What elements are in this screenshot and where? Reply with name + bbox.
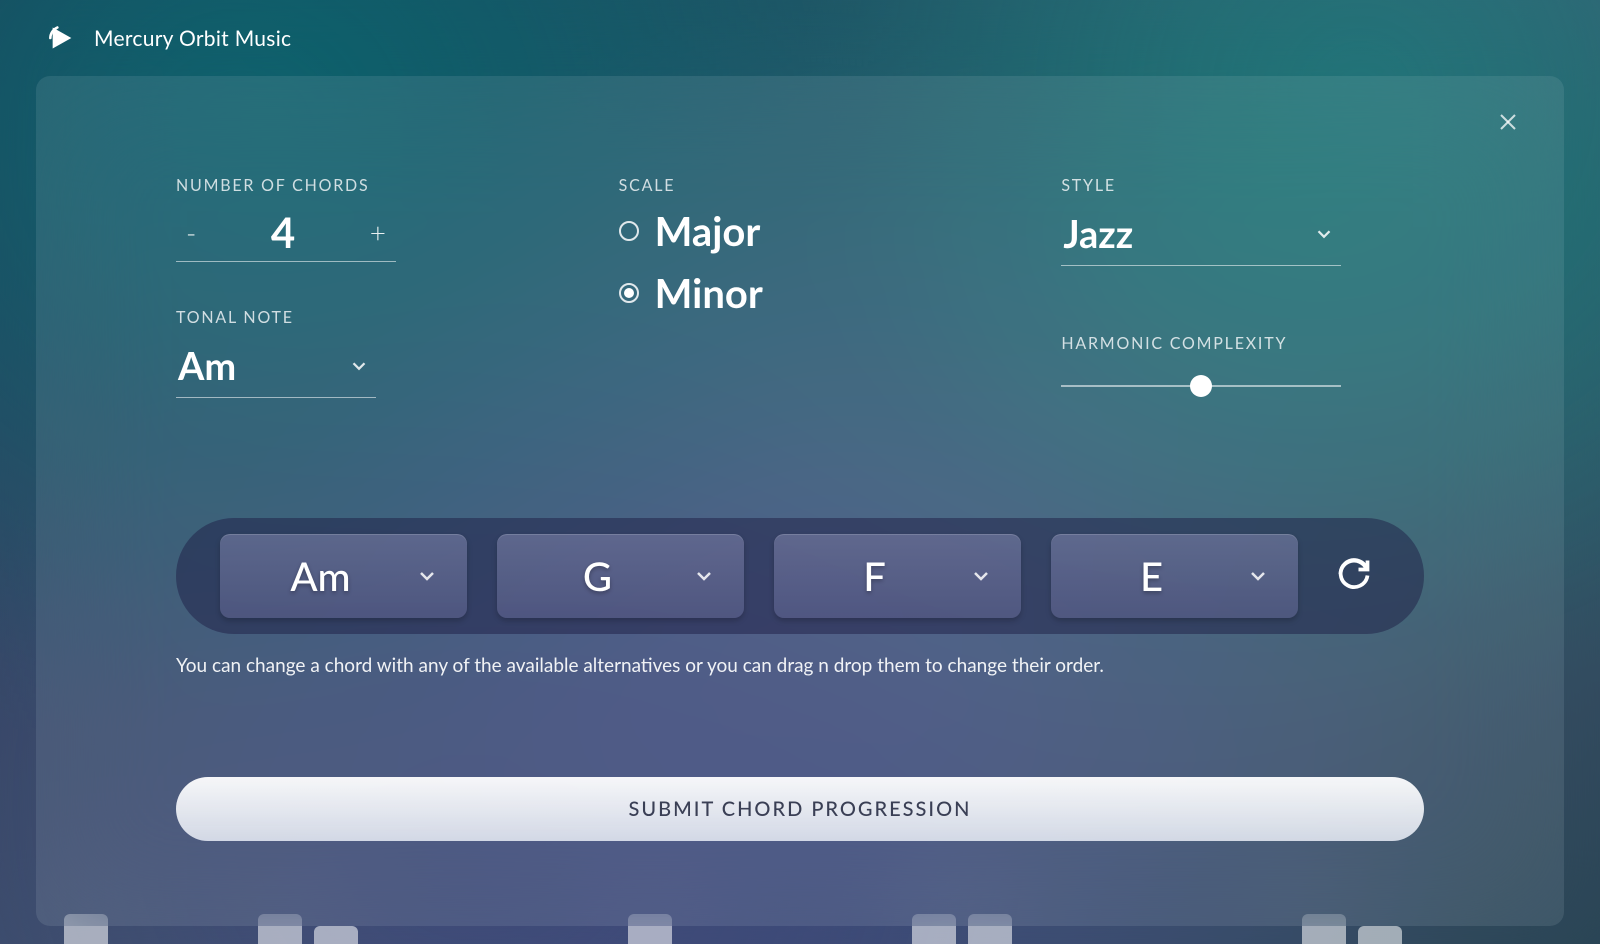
style-value: Jazz: [1063, 211, 1133, 257]
slider-thumb[interactable]: [1190, 375, 1212, 397]
scale-minor-label: Minor: [655, 269, 763, 317]
chord-1-value: Am: [248, 552, 393, 600]
radio-icon: [619, 221, 639, 241]
chord-help-text: You can change a chord with any of the a…: [176, 654, 1424, 677]
chord-3-value: F: [802, 552, 947, 600]
chord-chip-2[interactable]: G: [497, 534, 744, 618]
scale-label: SCALE: [619, 176, 982, 195]
number-of-chords-stepper[interactable]: - 4 +: [176, 207, 396, 262]
refresh-icon: [1336, 556, 1372, 592]
chord-progression-bar: Am G F E: [176, 518, 1424, 634]
chevron-down-icon: [415, 564, 439, 588]
stepper-decrement-button[interactable]: -: [176, 215, 206, 249]
app-header: Mercury Orbit Music: [0, 0, 1600, 76]
style-label: STYLE: [1061, 176, 1424, 195]
chevron-down-icon: [1313, 223, 1335, 245]
chord-progression-section: Am G F E: [176, 518, 1424, 677]
chord-chip-4[interactable]: E: [1051, 534, 1298, 618]
chord-2-value: G: [525, 552, 670, 600]
scale-option-major[interactable]: Major: [619, 207, 982, 255]
chord-progression-modal: NUMBER OF CHORDS - 4 + TONAL NOTE Am SCA…: [36, 76, 1564, 926]
chord-chip-1[interactable]: Am: [220, 534, 467, 618]
harmonic-complexity-slider[interactable]: [1061, 385, 1341, 387]
app-title: Mercury Orbit Music: [94, 26, 291, 51]
tonal-note-select[interactable]: Am: [176, 339, 376, 398]
right-controls: STYLE Jazz HARMONIC COMPLEXITY: [1061, 176, 1424, 398]
refresh-button[interactable]: [1328, 548, 1380, 604]
scale-option-minor[interactable]: Minor: [619, 269, 982, 317]
chevron-down-icon: [692, 564, 716, 588]
radio-icon-selected: [619, 283, 639, 303]
submit-chord-progression-button[interactable]: SUBMIT CHORD PROGRESSION: [176, 777, 1424, 841]
chevron-down-icon: [969, 564, 993, 588]
number-of-chords-label: NUMBER OF CHORDS: [176, 176, 539, 195]
scale-radio-group: Major Minor: [619, 207, 982, 317]
scale-controls: SCALE Major Minor: [619, 176, 982, 398]
close-icon: [1496, 110, 1520, 134]
left-controls: NUMBER OF CHORDS - 4 + TONAL NOTE Am: [176, 176, 539, 398]
chord-chip-3[interactable]: F: [774, 534, 1021, 618]
harmonic-complexity-label: HARMONIC COMPLEXITY: [1061, 334, 1424, 353]
controls-row: NUMBER OF CHORDS - 4 + TONAL NOTE Am SCA…: [176, 176, 1424, 398]
tonal-note-label: TONAL NOTE: [176, 308, 539, 327]
stepper-increment-button[interactable]: +: [360, 215, 396, 249]
chevron-down-icon: [348, 355, 370, 377]
tonal-note-value: Am: [178, 343, 236, 389]
number-of-chords-value: 4: [271, 207, 295, 257]
chevron-down-icon: [1246, 564, 1270, 588]
close-button[interactable]: [1496, 110, 1524, 138]
chord-4-value: E: [1079, 552, 1224, 600]
scale-major-label: Major: [655, 207, 761, 255]
app-logo-icon: [48, 24, 76, 52]
style-select[interactable]: Jazz: [1061, 207, 1341, 266]
